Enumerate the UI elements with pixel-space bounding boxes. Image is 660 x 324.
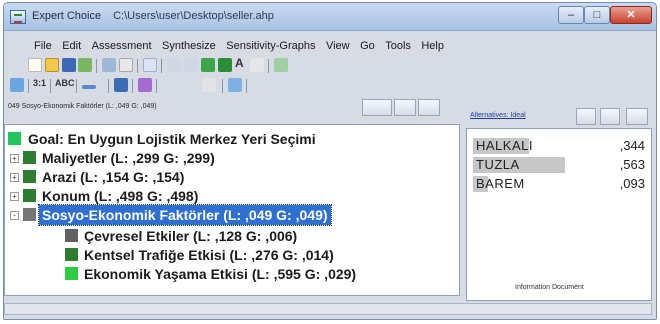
- subcriterion-label: Ekonomik Yaşama Etkisi (L: ,595 G: ,029): [84, 266, 357, 282]
- menu-tools[interactable]: Tools: [385, 37, 411, 55]
- sort-button[interactable]: [626, 108, 648, 125]
- window-title: Expert Choice C:\Users\user\Desktop\selle…: [32, 10, 274, 22]
- alt-options-button[interactable]: [600, 108, 620, 125]
- close-button[interactable]: ✕: [610, 6, 652, 24]
- print-icon[interactable]: [102, 58, 116, 72]
- menu-bar: File Edit Assessment Synthesize Sensitiv…: [4, 36, 656, 54]
- menu-edit[interactable]: Edit: [62, 37, 81, 55]
- compare-icon[interactable]: [10, 78, 24, 92]
- arrow-down-icon[interactable]: [201, 58, 215, 72]
- alternative-name: BAREM: [476, 176, 525, 191]
- toolbar-separator: [222, 79, 223, 93]
- goal-label: Goal: En Uygun Lojistik Merkez Yeri Seçi…: [28, 131, 316, 147]
- ratio-mode-button[interactable]: 3:1: [33, 78, 46, 88]
- save-icon[interactable]: [62, 58, 76, 72]
- criterion-label: Konum (L: ,498 G: ,498): [42, 188, 199, 204]
- menu-go[interactable]: Go: [360, 37, 375, 55]
- toolbar-separator: [28, 79, 29, 93]
- font-larger-icon[interactable]: A: [235, 56, 244, 70]
- maximize-button[interactable]: □: [584, 6, 610, 24]
- subcriterion-label: Çevresel Etkiler (L: ,128 G: ,006): [84, 228, 298, 244]
- subcriterion-icon: [65, 229, 78, 242]
- menu-synthesize[interactable]: Synthesize: [162, 37, 216, 55]
- criterion-icon: [23, 189, 36, 202]
- file-path: C:\Users\user\Desktop\seller.ahp: [113, 10, 274, 22]
- menu-assessment[interactable]: Assessment: [92, 37, 152, 55]
- graph-mode-icon[interactable]: [82, 85, 96, 89]
- subcriterion-icon: [65, 267, 78, 280]
- criterion-icon: [23, 151, 36, 164]
- grid-icon[interactable]: [228, 78, 242, 92]
- model-icon[interactable]: [143, 58, 157, 72]
- arrow-up-icon[interactable]: [218, 58, 232, 72]
- toolbar-separator: [161, 59, 162, 73]
- toolbar-separator: [156, 79, 157, 93]
- toolbar-separator: [137, 59, 138, 73]
- criterion-icon: [23, 170, 36, 183]
- minimize-button[interactable]: –: [558, 6, 584, 24]
- title-bar[interactable]: Expert Choice C:\Users\user\Desktop\selle…: [4, 3, 656, 31]
- alternative-row[interactable]: TUZLA ,563: [473, 156, 647, 174]
- menu-view[interactable]: View: [326, 37, 350, 55]
- undo-icon[interactable]: [167, 58, 181, 72]
- toolbar-separator: [76, 79, 77, 93]
- alternative-value: ,563: [619, 157, 645, 172]
- criterion-label: Arazi (L: ,154 G: ,154): [42, 169, 185, 185]
- app-icon: [10, 10, 26, 24]
- subcriterion-label: Kentsel Trafiğe Etkisi (L: ,276 G: ,014): [84, 247, 334, 263]
- menu-sensitivity-graphs[interactable]: Sensitivity-Graphs: [226, 37, 315, 55]
- toolbar-separator: [96, 59, 97, 73]
- toolbar-separator: [108, 79, 109, 93]
- alternative-name: TUZLA: [476, 157, 520, 172]
- font-size-button[interactable]: [576, 108, 596, 125]
- alternative-row[interactable]: HALKALI ,344: [473, 137, 647, 155]
- criterion-icon: [23, 208, 36, 221]
- tree-view-button[interactable]: [362, 99, 392, 116]
- redo-icon[interactable]: [184, 58, 198, 72]
- toolbar-separator: [132, 79, 133, 93]
- goal-node-icon: [8, 132, 21, 145]
- percent-icon[interactable]: [202, 78, 216, 92]
- tree-pane-button[interactable]: [418, 99, 440, 116]
- alternative-value: ,093: [619, 176, 645, 191]
- edit-icon[interactable]: [274, 58, 288, 72]
- menu-file[interactable]: File: [34, 37, 52, 55]
- check-icon[interactable]: [78, 58, 92, 72]
- filter-icon[interactable]: [138, 78, 152, 92]
- toolbar-separator: [50, 79, 51, 93]
- expand-icon[interactable]: +: [10, 173, 19, 182]
- criterion-label: Sosyo-Ekonomik Faktörler (L: ,049 G: ,04…: [38, 204, 332, 226]
- alternative-row[interactable]: BAREM ,093: [473, 175, 647, 193]
- alternative-value: ,344: [619, 138, 645, 153]
- alternatives-panel: HALKALI ,344 TUZLA ,563 BAREM ,093 Infor…: [466, 128, 652, 301]
- expand-icon[interactable]: +: [10, 192, 19, 201]
- new-file-icon[interactable]: [28, 58, 42, 72]
- preview-icon[interactable]: [119, 58, 133, 72]
- font-smaller-icon[interactable]: [250, 58, 264, 72]
- alternatives-header: Alternatives: Ideal: [466, 108, 652, 128]
- subcriterion-icon: [65, 248, 78, 261]
- status-bar: [4, 303, 652, 315]
- toolbar-separator: [268, 59, 269, 73]
- alternatives-ideal-link[interactable]: Alternatives: Ideal: [470, 112, 526, 119]
- app-name: Expert Choice: [32, 10, 102, 22]
- tree-header: 049 Sosyo-Ekonomik Faktörler (L: ,049 G:…: [4, 92, 460, 116]
- tree-options-button[interactable]: [394, 99, 416, 116]
- abc-mode-button[interactable]: ABC: [55, 78, 75, 88]
- information-document-label: Information Document: [515, 284, 584, 291]
- open-folder-icon[interactable]: [45, 58, 59, 72]
- expand-icon[interactable]: +: [10, 154, 19, 163]
- criterion-label: Maliyetler (L: ,299 G: ,299): [42, 150, 215, 166]
- menu-help[interactable]: Help: [421, 37, 444, 55]
- bars-icon[interactable]: [114, 78, 128, 92]
- node-path: 049 Sosyo-Ekonomik Faktörler (L: ,049 G:…: [8, 103, 157, 110]
- toolbar-separator: [246, 79, 247, 93]
- alternative-name: HALKALI: [476, 138, 533, 153]
- collapse-icon[interactable]: -: [10, 211, 19, 220]
